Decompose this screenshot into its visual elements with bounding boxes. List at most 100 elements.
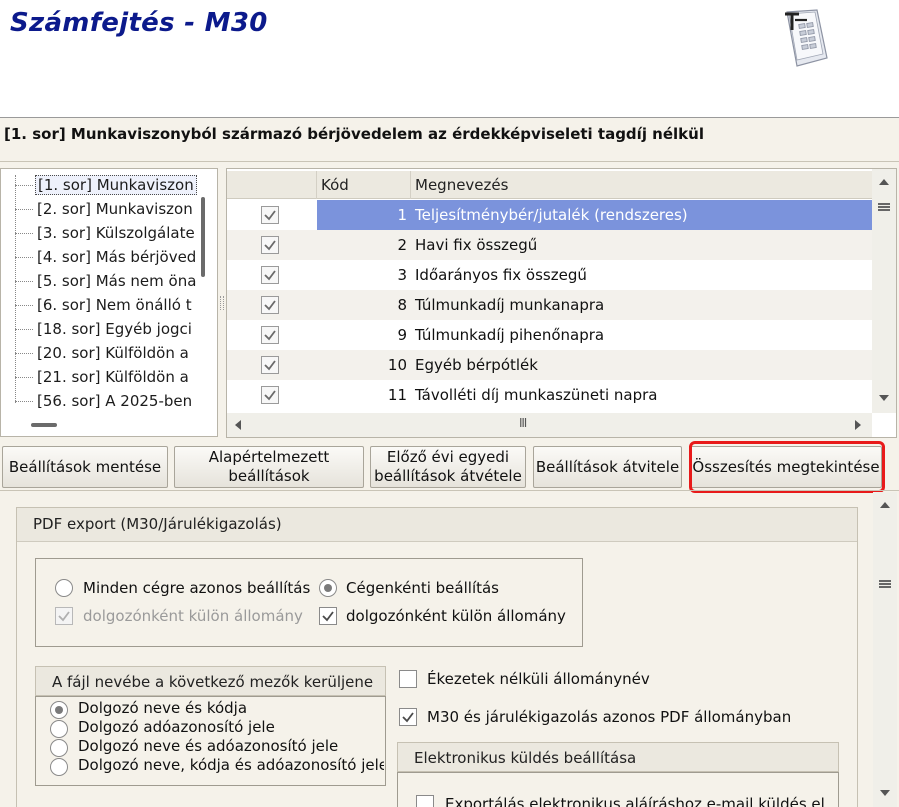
radio-per-company-label[interactable]: Cégenkénti beállítás (346, 577, 499, 599)
tree-horizontal-scrollbar[interactable] (31, 423, 57, 427)
cell-code: 10 (387, 356, 407, 374)
tree-item[interactable]: [20. sor] Külföldön a (15, 341, 191, 365)
header-check-column[interactable] (227, 171, 317, 199)
save-settings-button[interactable]: Beállítások mentése (2, 446, 168, 488)
tree-item[interactable]: [4. sor] Más bérjöved (15, 245, 198, 269)
divider (0, 490, 899, 491)
tree-vertical-scrollbar[interactable] (201, 197, 205, 277)
row-title: [1. sor] Munkaviszonyból származó bérjöv… (4, 125, 704, 143)
table-row[interactable]: 9 Túlmunkadíj pihenőnapra (227, 320, 872, 350)
panel-vertical-scrollbar[interactable] (873, 492, 897, 807)
scroll-up-button[interactable] (873, 494, 897, 516)
radio-filename-option-label[interactable]: Dolgozó neve és adóazonosító jele (78, 736, 338, 756)
radio-per-company[interactable] (319, 579, 337, 597)
filename-group-header: A fájl nevébe a következő mezők kerüljen… (35, 666, 386, 696)
header-code[interactable]: Kód (317, 171, 411, 199)
checkbox-per-employee-disabled (55, 607, 73, 625)
cell-code: 11 (387, 386, 407, 404)
row-checkbox[interactable] (261, 326, 279, 344)
scroll-thumb-grip-icon[interactable] (878, 203, 890, 211)
radio-filename-option[interactable] (50, 701, 68, 719)
pdf-export-title: PDF export (M30/Járulékigazolás) (33, 515, 282, 533)
cell-code: 2 (397, 236, 407, 254)
radio-filename-option[interactable] (50, 720, 68, 738)
splitter-handle[interactable] (220, 296, 224, 310)
tree-item[interactable]: [1. sor] Munkaviszon (15, 173, 197, 197)
checkbox-electronic-export-label[interactable]: Exportálás elektronikus aláíráshoz e-mai… (445, 793, 825, 807)
grid-header: Kód Megnevezés (227, 171, 872, 199)
table-row[interactable]: 3 Időarányos fix összegű (227, 260, 872, 290)
checkbox-electronic-export[interactable] (416, 795, 434, 807)
cell-name: Teljesítménybér/jutalék (rendszeres) (411, 200, 872, 230)
checkbox-same-pdf[interactable] (399, 708, 417, 726)
tree-item[interactable]: [56. sor] A 2025-ben (15, 389, 194, 413)
table-row[interactable]: 10 Egyéb bérpótlék (227, 350, 872, 380)
filename-options-group: Dolgozó neve és kódja Dolgozó adóazonosí… (35, 696, 386, 786)
export-mode-group: Minden cégre azonos beállítás Cégenkénti… (35, 558, 583, 647)
tree-item[interactable]: [3. sor] Külszolgálate (15, 221, 197, 245)
header: Számfejtés - M30 (0, 0, 899, 118)
table-row[interactable]: 2 Havi fix összegű (227, 230, 872, 260)
header-name[interactable]: Megnevezés (411, 171, 872, 199)
scroll-down-button[interactable] (873, 782, 897, 804)
scroll-thumb-grip-icon[interactable]: Ⅲ (519, 416, 527, 430)
row-checkbox[interactable] (261, 296, 279, 314)
row-checkbox[interactable] (261, 266, 279, 284)
tree-item[interactable]: [5. sor] Más nem öna (15, 269, 198, 293)
checkbox-same-pdf-label[interactable]: M30 és járulékigazolás azonos PDF állomá… (427, 706, 791, 728)
checkbox-no-accents[interactable] (399, 670, 417, 688)
radio-filename-option-label[interactable]: Dolgozó adóazonosító jele (78, 717, 275, 737)
scroll-right-button[interactable] (847, 413, 869, 437)
electronic-sending-group: Exportálás elektronikus aláíráshoz e-mai… (397, 772, 839, 807)
cell-code: 1 (317, 200, 411, 230)
table-row[interactable]: 8 Túlmunkadíj munkanapra (227, 290, 872, 320)
scroll-down-button[interactable] (872, 387, 896, 409)
tree-item[interactable]: [2. sor] Munkaviszon (15, 197, 195, 221)
cell-name: Túlmunkadíj pihenőnapra (415, 326, 605, 344)
cell-name: Túlmunkadíj munkanapra (415, 296, 605, 314)
tree-item[interactable]: [18. sor] Egyéb jogci (15, 317, 194, 341)
checkbox-per-employee-disabled-label: dolgozónként külön állomány (83, 607, 303, 625)
highlight-box (689, 441, 885, 493)
cell-name: Havi fix összegű (415, 236, 538, 254)
cell-name: Egyéb bérpótlék (415, 356, 538, 374)
wage-code-grid[interactable]: Kód Megnevezés 1 Teljesítménybér/jutalék… (226, 168, 897, 438)
radio-filename-option[interactable] (50, 739, 68, 757)
cell-code: 3 (397, 266, 407, 284)
cell-name: Időarányos fix összegű (415, 266, 587, 284)
row-checkbox[interactable] (261, 356, 279, 374)
radio-same-settings-label[interactable]: Minden cégre azonos beállítás (83, 577, 310, 599)
pdf-export-header: PDF export (M30/Járulékigazolás) (17, 508, 857, 542)
transfer-settings-button[interactable]: Beállítások átvitele (533, 446, 682, 488)
document-table-icon (781, 8, 829, 70)
checkbox-per-employee-label[interactable]: dolgozónként külön állomány (346, 605, 566, 627)
table-row[interactable]: 11 Távolléti díj munkaszüneti napra (227, 380, 872, 410)
row-checkbox[interactable] (261, 206, 279, 224)
previous-year-settings-button[interactable]: Előző évi egyedi beállítások átvétele (370, 446, 526, 488)
row-checkbox[interactable] (261, 386, 279, 404)
cell-code: 9 (397, 326, 407, 344)
scroll-left-button[interactable] (227, 413, 249, 437)
default-settings-button[interactable]: Alapértelmezett beállítások (174, 446, 364, 488)
grid-horizontal-scrollbar[interactable]: Ⅲ (227, 413, 872, 437)
checkbox-no-accents-label[interactable]: Ékezetek nélküli állománynév (427, 668, 650, 690)
electronic-sending-header: Elektronikus küldés beállítása (397, 742, 839, 772)
scroll-thumb-grip-icon[interactable] (879, 580, 891, 588)
row-checkbox[interactable] (261, 236, 279, 254)
radio-filename-option-label[interactable]: Dolgozó neve, kódja és adóazonosító jele (78, 755, 384, 775)
scroll-up-button[interactable] (872, 171, 896, 193)
radio-filename-option[interactable] (50, 758, 68, 776)
pdf-export-panel: PDF export (M30/Járulékigazolás) Minden … (16, 507, 858, 807)
radio-same-settings[interactable] (55, 579, 73, 597)
row-title-bar: [1. sor] Munkaviszonyból származó bérjöv… (0, 118, 899, 162)
checkbox-per-employee[interactable] (319, 607, 337, 625)
grid-vertical-scrollbar[interactable] (872, 169, 896, 413)
tree-item[interactable]: [6. sor] Nem önálló t (15, 293, 194, 317)
cell-code: 8 (397, 296, 407, 314)
table-row[interactable]: 1 Teljesítménybér/jutalék (rendszeres) (227, 200, 872, 230)
app-title: Számfejtés - M30 (10, 8, 268, 38)
tree-item[interactable]: [21. sor] Külföldön a (15, 365, 191, 389)
radio-filename-option-label[interactable]: Dolgozó neve és kódja (78, 698, 247, 718)
cell-name: Távolléti díj munkaszüneti napra (415, 386, 658, 404)
row-tree[interactable]: [1. sor] Munkaviszon [2. sor] Munkaviszo… (0, 168, 218, 437)
